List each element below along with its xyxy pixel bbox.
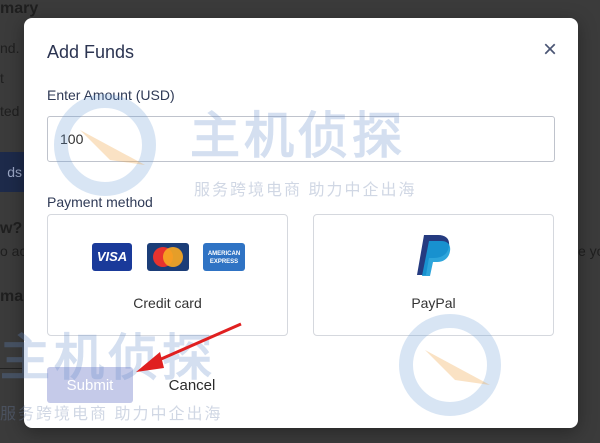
add-funds-modal: Add Funds × Enter Amount (USD) Payment m… — [24, 18, 578, 428]
paypal-option[interactable]: PayPal — [313, 214, 554, 336]
bg-text: e yo — [578, 243, 600, 259]
paypal-icon — [417, 235, 451, 276]
mastercard-icon — [147, 243, 189, 271]
bg-text: t — [0, 70, 4, 86]
bg-button: ds — [0, 152, 26, 192]
bg-heading: ma — [0, 288, 24, 305]
bg-text: ted — [0, 103, 20, 119]
credit-card-option[interactable]: VISA AMERICAN EXPRESS Credit card — [47, 214, 288, 336]
payment-method-label: Payment method — [47, 194, 153, 210]
bg-heading: mary — [0, 0, 39, 17]
bg-text: o ac — [0, 243, 27, 259]
close-button[interactable]: × — [538, 38, 562, 62]
credit-card-label: Credit card — [133, 295, 202, 311]
bg-heading: w? — [0, 220, 23, 237]
submit-button[interactable]: Submit — [47, 367, 133, 403]
amount-label: Enter Amount (USD) — [47, 87, 175, 103]
amount-input[interactable] — [47, 116, 555, 162]
amex-logo: AMERICAN EXPRESS — [203, 243, 245, 271]
modal-title: Add Funds — [47, 42, 135, 62]
visa-logo: VISA — [92, 243, 132, 271]
bg-text: nd. — [0, 40, 20, 56]
cancel-button[interactable]: Cancel — [152, 367, 232, 403]
bg-divider — [0, 368, 22, 369]
card-logos: VISA AMERICAN EXPRESS — [92, 243, 252, 273]
paypal-label: PayPal — [411, 295, 456, 311]
